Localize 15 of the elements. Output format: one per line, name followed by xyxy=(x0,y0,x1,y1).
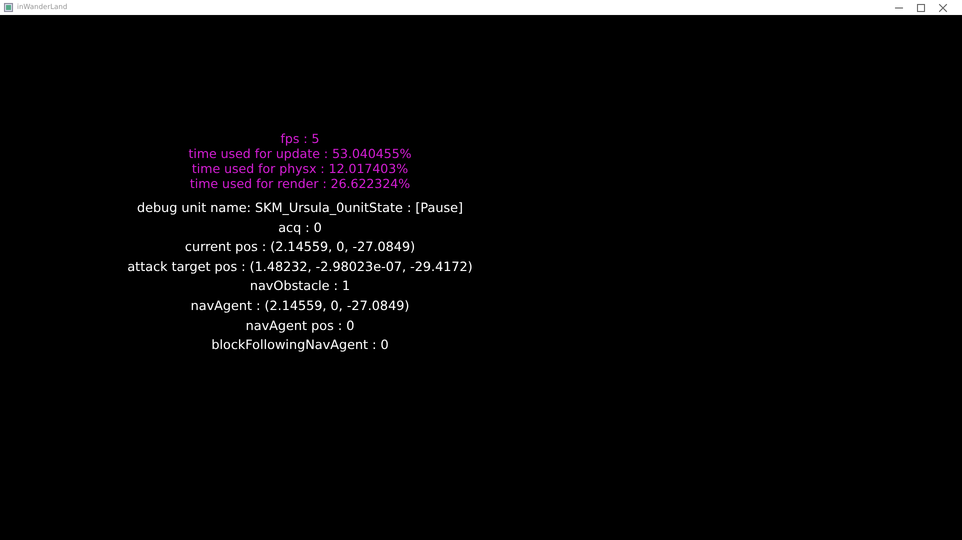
debug-line: current pos : (2.14559, 0, -27.0849) xyxy=(184,240,416,256)
maximize-icon xyxy=(917,4,925,12)
debug-line: blockFollowingNavAgent : 0 xyxy=(211,338,389,354)
debug-line: attack target pos : (1.48232, -2.98023e-07, -29.4172) xyxy=(127,260,473,275)
debug-line: acq : 0 xyxy=(278,220,322,236)
performance-stat: time used for update : 53.040455% xyxy=(188,146,412,161)
debug-line: debug unit name: SKM_Ursula_0unitState : [Pause] xyxy=(137,201,463,216)
debug-line: navAgent : (2.14559, 0, -27.0849) xyxy=(190,298,410,314)
performance-stat: time used for render : 26.622324% xyxy=(190,176,410,191)
performance-stat: time used for physx : 12.017403% xyxy=(192,161,408,176)
close-icon xyxy=(939,4,947,12)
debug-line: navAgent pos : 0 xyxy=(246,318,354,334)
debug-line: navObstacle : 1 xyxy=(250,279,350,294)
performance-stat: fps : 5 xyxy=(280,131,320,146)
app-icon xyxy=(4,3,13,12)
